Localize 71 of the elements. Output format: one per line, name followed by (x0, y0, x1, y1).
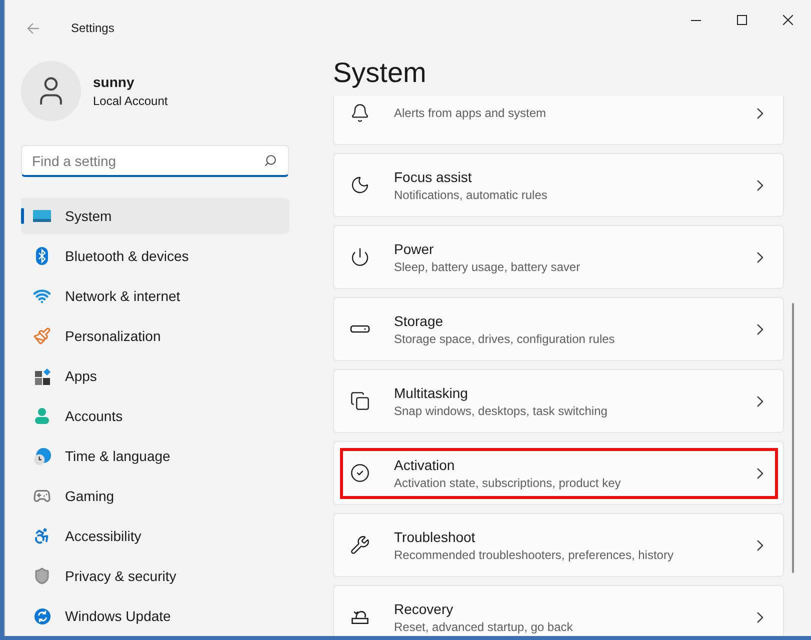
settings-card[interactable]: Storage Storage space, drives, configuration rules (333, 297, 784, 361)
card-description: Storage space, drives, configuration rules (394, 332, 616, 346)
clock-globe-icon (34, 448, 50, 464)
nav-item[interactable]: Personalization (21, 318, 289, 354)
card-title: Activation (394, 456, 456, 472)
moon-icon (350, 175, 370, 195)
wrench-icon (350, 535, 370, 555)
card-title: Multitasking (394, 384, 469, 400)
settings-card[interactable]: Troubleshoot Recommended troubleshooters, preferences, history (333, 513, 784, 577)
person-icon (34, 408, 50, 424)
page-title: System (333, 56, 428, 90)
accessibility-icon (33, 527, 51, 545)
card-description: Recommended troubleshooters, preferences, history (394, 548, 674, 562)
nav-item[interactable]: Accessibility (21, 518, 289, 554)
card-title: Power (394, 240, 435, 256)
bell-icon (350, 103, 370, 123)
card-title: Focus assist (394, 168, 473, 184)
settings-card[interactable]: Power Sleep, battery usage, battery saver (333, 225, 784, 289)
chevron-icon (757, 252, 763, 262)
close-icon (783, 15, 793, 25)
chevron-icon (757, 180, 763, 190)
bluetooth-icon (36, 247, 48, 265)
card-description: Alerts from apps and system (394, 106, 548, 120)
settings-card[interactable]: Activation Activation state, subscriptions, product key (333, 441, 784, 505)
card-description: Reset, advanced startup, go back (394, 620, 574, 634)
nav-item[interactable]: Network & internet (21, 278, 289, 314)
nav-item[interactable]: Gaming (21, 478, 289, 514)
shield-icon (33, 567, 51, 585)
apps-icon (34, 368, 50, 384)
settings-card[interactable]: Multitasking Snap windows, desktops, task switching (333, 369, 784, 433)
nav-item[interactable]: System (21, 198, 289, 234)
power-icon (350, 247, 370, 267)
card-description: Activation state, subscriptions, product key (394, 476, 622, 490)
chevron-icon (757, 612, 763, 622)
nav-item[interactable]: Accounts (21, 398, 289, 434)
chevron-icon (757, 108, 763, 118)
account-name: sunny (93, 74, 136, 90)
settings-card[interactable]: Alerts from apps and system (333, 96, 784, 145)
card-title: Storage (394, 312, 444, 328)
window-title: Settings (71, 21, 114, 35)
back-arrow-icon (27, 22, 39, 34)
search-field[interactable]: Find a setting (21, 145, 289, 177)
nav-item[interactable]: Time & language (21, 438, 289, 474)
paintbrush-icon (33, 327, 51, 345)
chevron-icon (757, 540, 763, 550)
chevron-icon (757, 396, 763, 406)
settings-card[interactable]: Focus assist Notifications, automatic rules (333, 153, 784, 217)
nav-item[interactable]: Bluetooth & devices (21, 238, 289, 274)
gamepad-icon (33, 487, 51, 505)
card-description: Snap windows, desktops, task switching (394, 404, 608, 418)
nav-item[interactable]: Privacy & security (21, 558, 289, 594)
windows-icon (350, 391, 370, 411)
card-description: Notifications, automatic rules (394, 188, 548, 202)
search-icon (264, 154, 277, 167)
nav-item[interactable]: Windows Update (21, 598, 289, 634)
card-title: Recovery (394, 600, 454, 616)
maximize-icon (737, 15, 747, 25)
chevron-icon (757, 468, 763, 478)
chevron-icon (757, 324, 763, 334)
settings-card[interactable]: Recovery Reset, advanced startup, go back (333, 585, 784, 636)
drive-icon (350, 325, 370, 333)
account-type: Local Account (93, 94, 168, 108)
recovery-icon (351, 610, 369, 624)
check-circle-icon (350, 463, 370, 483)
refresh-icon (34, 608, 50, 624)
wifi-icon (33, 287, 51, 305)
monitor-icon (33, 210, 51, 222)
scrollbar-thumb[interactable] (792, 303, 794, 573)
card-description: Sleep, battery usage, battery saver (394, 260, 582, 274)
card-title: Troubleshoot (394, 528, 476, 544)
nav-item[interactable]: Apps (21, 358, 289, 394)
